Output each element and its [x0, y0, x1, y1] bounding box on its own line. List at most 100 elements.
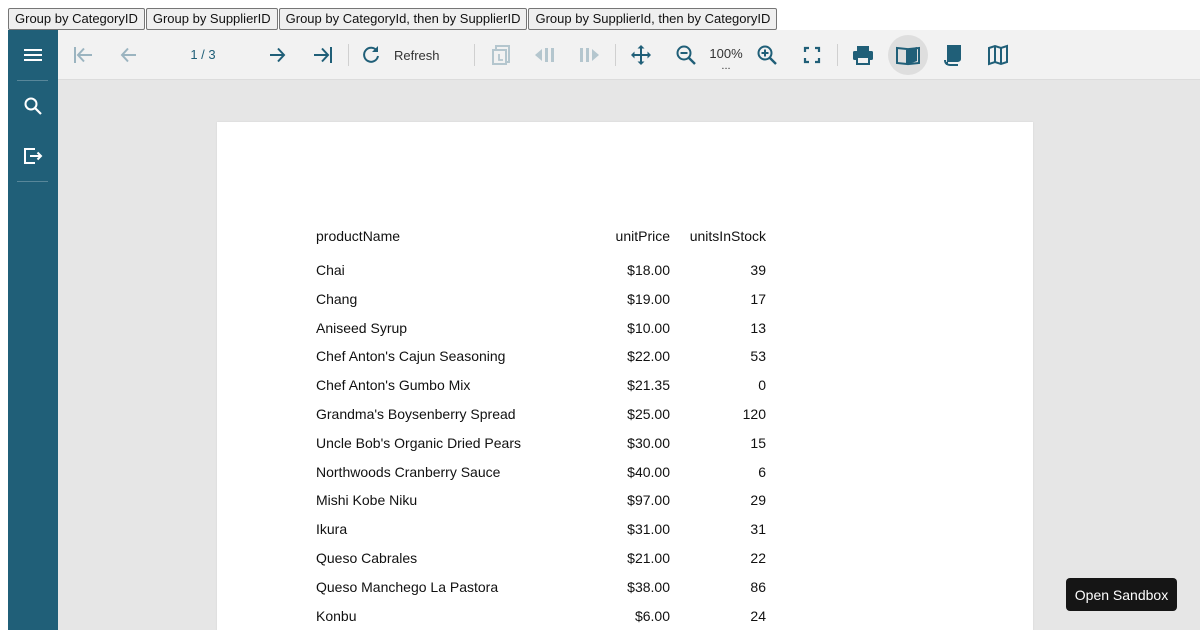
- continuous-view-icon: [944, 45, 961, 66]
- continuous-view-button[interactable]: [938, 30, 968, 80]
- unit-price-cell: $38.00: [627, 578, 670, 595]
- product-name-cell: Konbu: [316, 607, 357, 624]
- last-page-button[interactable]: [308, 30, 338, 80]
- product-name-cell: Chef Anton's Cajun Seasoning: [316, 348, 506, 365]
- toolbar-divider: [348, 44, 349, 66]
- product-name-cell: Ikura: [316, 521, 348, 538]
- units-in-stock-cell: 86: [750, 578, 766, 595]
- pan-mode-button[interactable]: [626, 30, 656, 80]
- units-in-stock-cell: 29: [750, 492, 766, 509]
- last-page-icon: [314, 47, 332, 63]
- export-button[interactable]: [8, 131, 58, 181]
- zoom-level[interactable]: 100%: [706, 46, 746, 61]
- refresh-label: Refresh: [394, 47, 440, 63]
- product-name-cell: Queso Manchego La Pastora: [316, 578, 499, 595]
- unit-price-cell: $10.00: [627, 319, 670, 336]
- search-button[interactable]: [8, 81, 58, 131]
- toolbar-divider: [837, 44, 838, 66]
- previous-section-button[interactable]: [530, 30, 560, 80]
- table-row: Chang $19.00 17: [316, 289, 766, 318]
- sidebar-divider: [17, 181, 48, 182]
- units-in-stock-cell: 6: [758, 463, 766, 480]
- page-indicator[interactable]: 1 / 3: [173, 30, 233, 80]
- next-section-button[interactable]: [574, 30, 604, 80]
- table-row: Chef Anton's Cajun Seasoning $22.00 53: [316, 346, 766, 375]
- group-by-supplier-button[interactable]: Group by SupplierID: [145, 8, 278, 30]
- unit-price-cell: $97.00: [627, 492, 670, 509]
- table-row: Grandma's Boysenberry Spread $25.00 120: [316, 404, 766, 433]
- units-in-stock-cell: 53: [750, 348, 766, 365]
- units-in-stock-cell: 17: [750, 290, 766, 307]
- product-name-cell: Uncle Bob's Organic Dried Pears: [316, 434, 521, 451]
- report-viewer: 1 / 3 Refresh 100% ... productName unitP…: [8, 30, 1200, 630]
- group-by-supplier-then-category-button[interactable]: Group by SupplierId, then by CategoryID: [528, 8, 778, 30]
- product-name-cell: Northwoods Cranberry Sauce: [316, 463, 501, 480]
- next-section-icon: [580, 48, 599, 62]
- column-header-units-in-stock: unitsInStock: [689, 228, 766, 244]
- previous-section-icon: [535, 48, 554, 62]
- unit-price-cell: $31.00: [627, 521, 670, 538]
- next-page-button[interactable]: [263, 30, 293, 80]
- column-header-unit-price: unitPrice: [615, 228, 670, 244]
- product-name-cell: Grandma's Boysenberry Spread: [316, 405, 516, 422]
- table-row: Northwoods Cranberry Sauce $40.00 6: [316, 462, 766, 491]
- first-page-icon: [74, 47, 92, 63]
- units-in-stock-cell: 13: [750, 319, 766, 336]
- first-page-button[interactable]: [68, 30, 98, 80]
- table-row: Chef Anton's Gumbo Mix $21.35 0: [316, 375, 766, 404]
- product-name-cell: Chang: [316, 290, 358, 307]
- zoom-in-button[interactable]: [752, 30, 782, 80]
- refresh-button[interactable]: Refresh: [360, 30, 470, 80]
- pan-mode-icon: [631, 45, 651, 65]
- open-sandbox-button[interactable]: Open Sandbox: [1066, 578, 1177, 611]
- table-row: Queso Cabrales $21.00 22: [316, 548, 766, 577]
- parent-report-button[interactable]: [486, 30, 516, 80]
- units-in-stock-cell: 120: [742, 405, 766, 422]
- unit-price-cell: $25.00: [627, 405, 670, 422]
- zoom-out-icon: [676, 45, 696, 65]
- group-by-category-then-supplier-button[interactable]: Group by CategoryId, then by SupplierID: [278, 8, 528, 30]
- galley-view-button[interactable]: [983, 30, 1013, 80]
- hamburger-menu-button[interactable]: [8, 30, 58, 80]
- previous-page-button[interactable]: [113, 30, 143, 80]
- table-row: Queso Manchego La Pastora $38.00 86: [316, 577, 766, 606]
- table-row: Konbu $6.00 24: [316, 606, 766, 630]
- units-in-stock-cell: 24: [750, 607, 766, 624]
- unit-price-cell: $21.35: [627, 377, 670, 394]
- units-in-stock-cell: 31: [750, 521, 766, 538]
- column-header-product-name: productName: [316, 228, 401, 244]
- unit-price-cell: $22.00: [627, 348, 670, 365]
- next-page-icon: [270, 47, 286, 63]
- toolbar-divider: [474, 44, 475, 66]
- units-in-stock-cell: 15: [750, 434, 766, 451]
- zoom-more-indicator: ...: [721, 60, 731, 72]
- group-by-category-button[interactable]: Group by CategoryID: [8, 8, 145, 30]
- table-row: Mishi Kobe Niku $97.00 29: [316, 490, 766, 519]
- report-table: productName unitPrice unitsInStock Chai $…: [316, 226, 766, 630]
- unit-price-cell: $21.00: [627, 549, 670, 566]
- export-icon: [24, 148, 43, 164]
- hamburger-menu-icon: [24, 49, 42, 61]
- zoom-out-button[interactable]: [671, 30, 701, 80]
- print-icon: [853, 46, 873, 65]
- table-row: Ikura $31.00 31: [316, 519, 766, 548]
- group-buttons-bar: Group by CategoryID Group by SupplierID …: [8, 8, 778, 30]
- sidebar: [8, 30, 58, 630]
- product-name-cell: Chef Anton's Gumbo Mix: [316, 377, 471, 394]
- unit-price-cell: $18.00: [627, 262, 670, 278]
- single-page-view-icon: [896, 46, 920, 66]
- fullscreen-button[interactable]: [797, 30, 827, 80]
- single-page-view-button[interactable]: [893, 30, 923, 80]
- product-name-cell: Chai: [316, 262, 345, 278]
- refresh-icon: [363, 46, 379, 63]
- product-name-cell: Mishi Kobe Niku: [316, 492, 418, 509]
- zoom-in-icon: [757, 45, 777, 65]
- galley-view-icon: [988, 44, 1008, 66]
- print-button[interactable]: [848, 30, 878, 80]
- search-icon: [24, 97, 42, 115]
- report-page: productName unitPrice unitsInStock Chai $…: [217, 122, 1033, 630]
- units-in-stock-cell: 39: [750, 262, 766, 278]
- parent-report-icon: [492, 45, 510, 65]
- product-name-cell: Aniseed Syrup: [316, 319, 408, 336]
- table-row: Chai $18.00 39: [316, 260, 766, 289]
